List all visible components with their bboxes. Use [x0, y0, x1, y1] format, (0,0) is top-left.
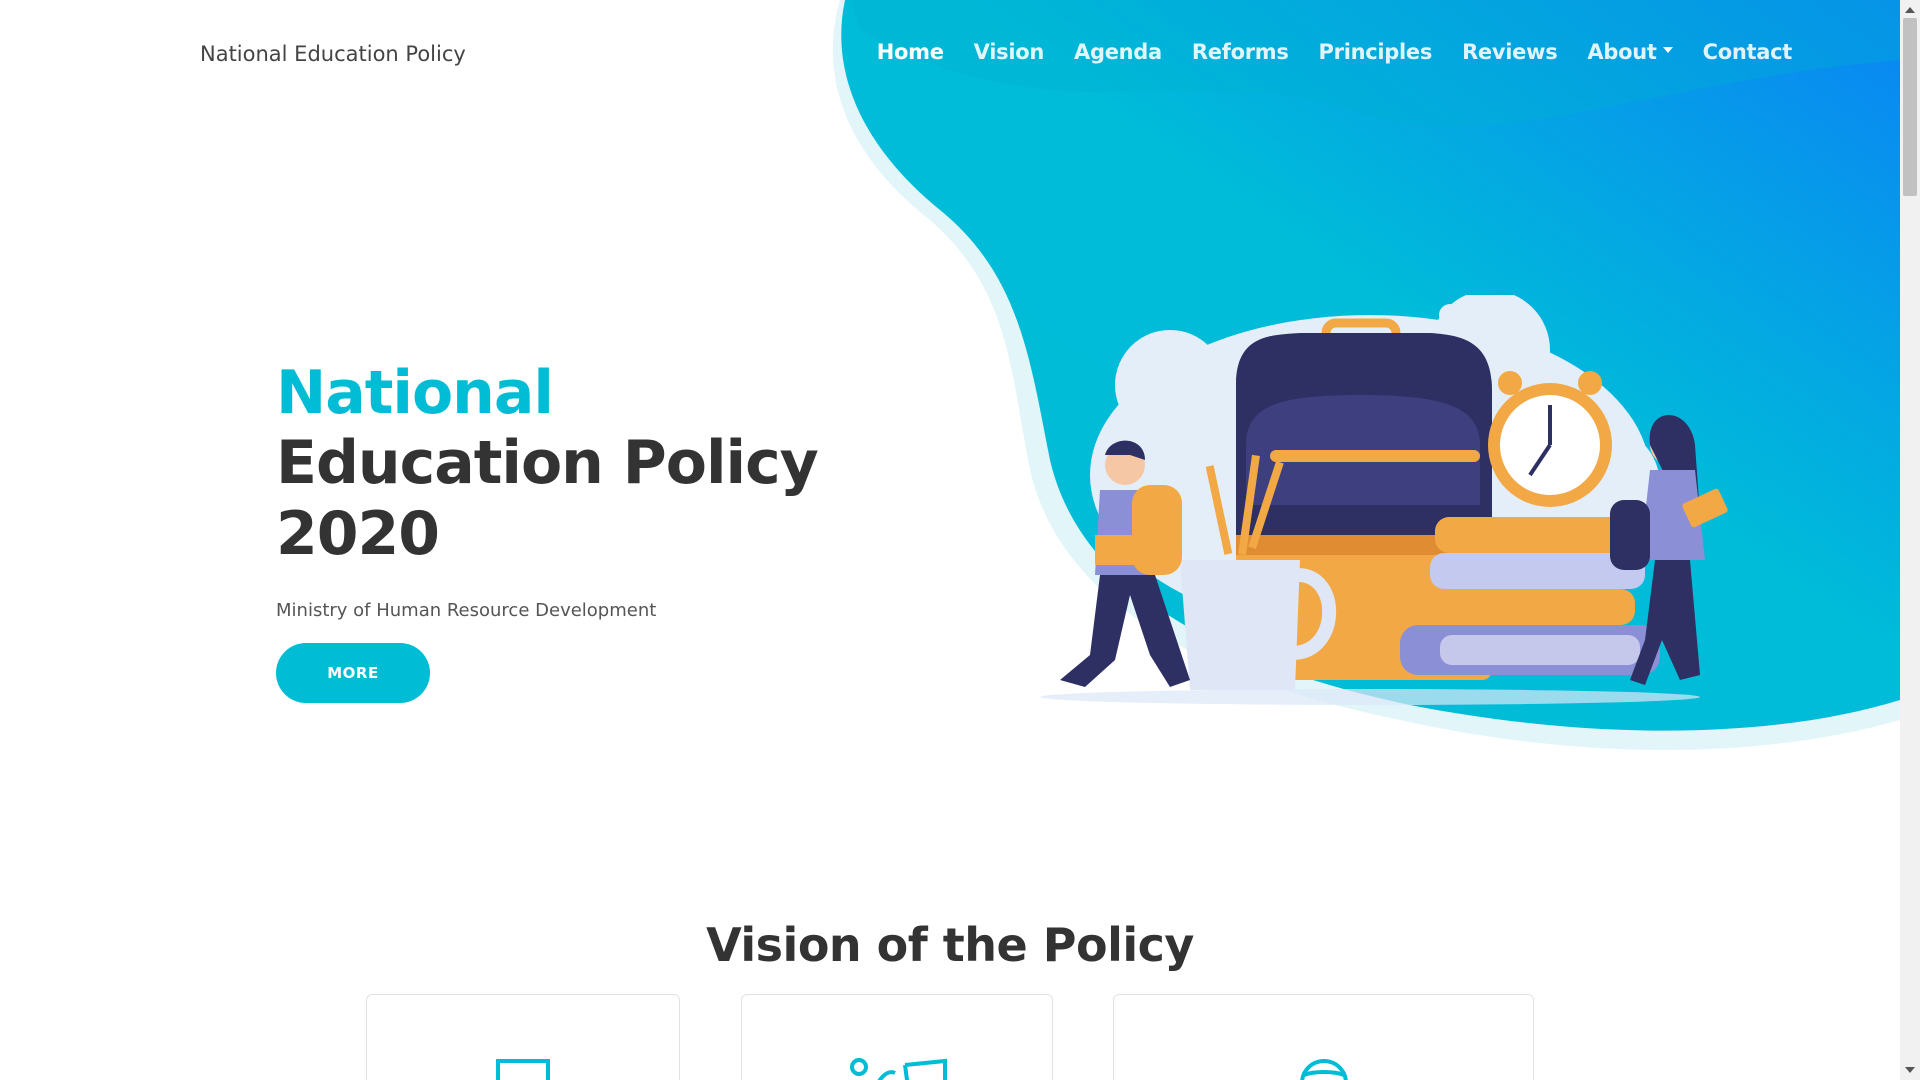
school-backpack-illustration: [1040, 295, 1728, 705]
nav-contact[interactable]: Contact: [1703, 40, 1793, 64]
hero-subtitle: Ministry of Human Resource Development: [276, 600, 657, 621]
nav-about-dropdown[interactable]: About: [1587, 40, 1673, 64]
vision-card-2[interactable]: [741, 994, 1053, 1080]
nav-principles[interactable]: Principles: [1319, 40, 1433, 64]
scroll-thumb[interactable]: [1903, 18, 1917, 196]
hero-title-line1: National: [276, 358, 554, 428]
main-nav: Home Vision Agenda Reforms Principles Re…: [877, 40, 1793, 64]
page-scrollbar[interactable]: [1900, 0, 1920, 1080]
book-icon: [496, 1059, 550, 1080]
hero-text: National Education Policy 2020 Ministry …: [276, 358, 819, 703]
caret-down-icon: [1662, 47, 1673, 53]
vision-section-title: Vision of the Policy: [706, 918, 1194, 972]
nav-home[interactable]: Home: [877, 40, 944, 64]
more-button[interactable]: MORE: [276, 643, 430, 703]
page: National Education Policy Home Vision Ag…: [0, 0, 1920, 1080]
hero-title-line3: 2020: [276, 499, 440, 569]
nav-reforms[interactable]: Reforms: [1192, 40, 1289, 64]
people-book-icon: [850, 1058, 947, 1080]
nav-reviews[interactable]: Reviews: [1462, 40, 1558, 64]
nav-agenda[interactable]: Agenda: [1074, 40, 1162, 64]
nav-vision[interactable]: Vision: [974, 40, 1045, 64]
vision-card-3[interactable]: [1113, 994, 1534, 1080]
globe-icon: [1299, 1059, 1348, 1080]
scroll-up-arrow-icon[interactable]: [1905, 7, 1915, 13]
vision-card-1[interactable]: [366, 994, 680, 1080]
hero-title-line2: Education Policy: [276, 428, 819, 498]
scroll-down-arrow-icon[interactable]: [1905, 1067, 1915, 1073]
nav-about-label: About: [1587, 40, 1657, 64]
site-brand[interactable]: National Education Policy: [200, 42, 466, 66]
